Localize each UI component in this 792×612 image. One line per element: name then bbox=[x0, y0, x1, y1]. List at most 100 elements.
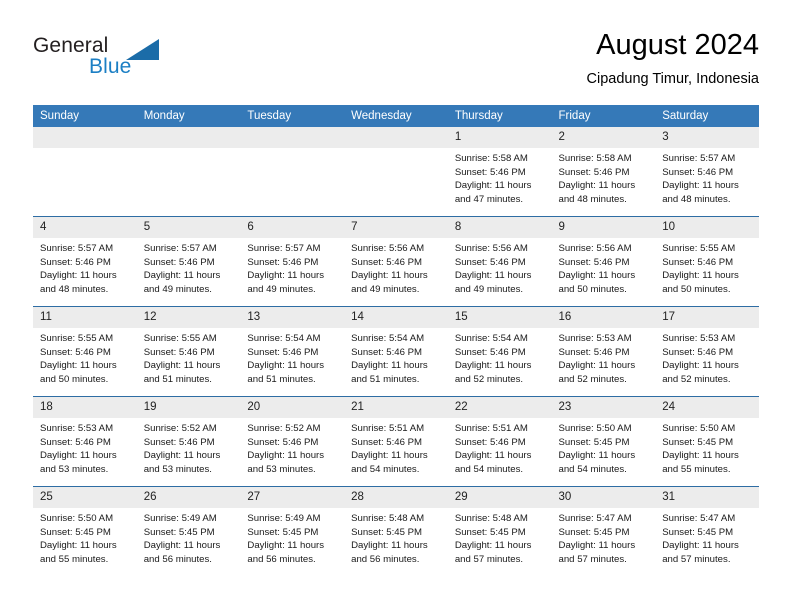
day-details: Sunrise: 5:57 AM Sunset: 5:46 PM Daylight:… bbox=[33, 238, 137, 296]
day-number: 2 bbox=[551, 127, 656, 148]
sunrise-text: Sunrise: 5:57 AM bbox=[247, 243, 321, 254]
sunrise-text: Sunrise: 5:51 AM bbox=[454, 423, 528, 434]
day-number: 1 bbox=[447, 127, 552, 148]
sunrise-text: Sunrise: 5:47 AM bbox=[662, 513, 736, 524]
calendar-day-cell[interactable]: 10 Sunrise: 5:55 AM Sunset: 5:46 PM Dayligh… bbox=[655, 216, 759, 307]
title-block: August 2024 Cipadung Timur, Indonesia bbox=[587, 28, 760, 89]
day-number: 25 bbox=[33, 487, 137, 508]
calendar-day-cell[interactable]: 20 Sunrise: 5:52 AM Sunset: 5:46 PM Dayligh… bbox=[240, 396, 345, 487]
calendar-day-cell[interactable]: 24 Sunrise: 5:50 AM Sunset: 5:45 PM Dayligh… bbox=[655, 396, 759, 487]
calendar-day-cell[interactable]: 11 Sunrise: 5:55 AM Sunset: 5:46 PM Dayligh… bbox=[33, 306, 137, 397]
calendar-day-cell[interactable]: 21 Sunrise: 5:51 AM Sunset: 5:46 PM Dayligh… bbox=[344, 396, 448, 487]
calendar-grid: Sunday Monday Tuesday Wednesday Thursday… bbox=[33, 105, 759, 576]
sunset-text: Sunset: 5:46 PM bbox=[662, 346, 734, 358]
daylight-text: Daylight: 11 hours and 52 minutes. bbox=[662, 360, 739, 385]
calendar-week-row: 18 Sunrise: 5:53 AM Sunset: 5:46 PM Dayligh… bbox=[33, 396, 759, 487]
daylight-text: Daylight: 11 hours and 51 minutes. bbox=[247, 360, 325, 385]
daylight-text: Daylight: 11 hours and 52 minutes. bbox=[558, 360, 636, 385]
daylight-text: Daylight: 11 hours and 49 minutes. bbox=[351, 270, 428, 295]
calendar-day-cell[interactable]: 19 Sunrise: 5:52 AM Sunset: 5:46 PM Dayligh… bbox=[136, 396, 241, 487]
calendar-day-cell bbox=[33, 127, 137, 217]
day-number bbox=[344, 127, 448, 148]
sunrise-text: Sunrise: 5:54 AM bbox=[351, 333, 425, 344]
day-details: Sunrise: 5:53 AM Sunset: 5:46 PM Daylight:… bbox=[552, 328, 656, 386]
calendar-day-cell[interactable]: 27 Sunrise: 5:49 AM Sunset: 5:45 PM Dayligh… bbox=[240, 486, 345, 576]
calendar-day-cell[interactable]: 13 Sunrise: 5:54 AM Sunset: 5:46 PM Dayligh… bbox=[240, 306, 345, 397]
sunset-text: Sunset: 5:46 PM bbox=[351, 436, 423, 448]
weekday-header-sunday: Sunday bbox=[33, 105, 137, 127]
page-title: August 2024 bbox=[596, 29, 759, 61]
day-number: 29 bbox=[447, 487, 552, 508]
calendar-day-cell[interactable]: 14 Sunrise: 5:54 AM Sunset: 5:46 PM Dayligh… bbox=[344, 306, 448, 397]
calendar-day-cell[interactable]: 23 Sunrise: 5:50 AM Sunset: 5:45 PM Dayligh… bbox=[551, 396, 656, 487]
daylight-text: Daylight: 11 hours and 48 minutes. bbox=[40, 270, 117, 295]
calendar-page: General Blue August 2024 Cipadung Timur,… bbox=[0, 0, 792, 612]
sunrise-text: Sunrise: 5:54 AM bbox=[247, 333, 321, 344]
sunset-text: Sunset: 5:45 PM bbox=[662, 526, 734, 538]
daylight-text: Daylight: 11 hours and 51 minutes. bbox=[351, 360, 428, 385]
sunset-text: Sunset: 5:45 PM bbox=[351, 526, 423, 538]
weekday-header-wednesday: Wednesday bbox=[344, 105, 448, 127]
day-details: Sunrise: 5:56 AM Sunset: 5:46 PM Daylight:… bbox=[448, 238, 552, 296]
sunrise-text: Sunrise: 5:55 AM bbox=[40, 333, 114, 344]
day-details: Sunrise: 5:55 AM Sunset: 5:46 PM Daylight:… bbox=[33, 328, 137, 386]
day-number: 3 bbox=[655, 127, 759, 148]
calendar-day-cell[interactable]: 5 Sunrise: 5:57 AM Sunset: 5:46 PM Daylight… bbox=[136, 216, 241, 307]
day-details: Sunrise: 5:57 AM Sunset: 5:46 PM Daylight:… bbox=[137, 238, 241, 296]
daylight-text: Daylight: 11 hours and 50 minutes. bbox=[662, 270, 739, 295]
calendar-day-cell[interactable]: 9 Sunrise: 5:56 AM Sunset: 5:46 PM Daylight… bbox=[551, 216, 656, 307]
day-number: 10 bbox=[655, 217, 759, 238]
daylight-text: Daylight: 11 hours and 55 minutes. bbox=[40, 540, 117, 565]
day-number: 23 bbox=[551, 397, 656, 418]
day-number: 7 bbox=[344, 217, 448, 238]
sunset-text: Sunset: 5:46 PM bbox=[662, 166, 734, 178]
calendar-day-cell[interactable]: 28 Sunrise: 5:48 AM Sunset: 5:45 PM Dayligh… bbox=[344, 486, 448, 576]
day-number: 30 bbox=[551, 487, 656, 508]
daylight-text: Daylight: 11 hours and 54 minutes. bbox=[558, 450, 636, 475]
calendar-day-cell[interactable]: 1 Sunrise: 5:58 AM Sunset: 5:46 PM Daylight… bbox=[447, 127, 552, 217]
calendar-day-cell[interactable]: 8 Sunrise: 5:56 AM Sunset: 5:46 PM Daylight… bbox=[447, 216, 552, 307]
daylight-text: Daylight: 11 hours and 56 minutes. bbox=[351, 540, 428, 565]
calendar-day-cell[interactable]: 6 Sunrise: 5:57 AM Sunset: 5:46 PM Daylight… bbox=[240, 216, 345, 307]
calendar-week-row: 4 Sunrise: 5:57 AM Sunset: 5:46 PM Daylight… bbox=[33, 216, 759, 307]
sunrise-text: Sunrise: 5:49 AM bbox=[143, 513, 217, 524]
calendar-day-cell[interactable]: 4 Sunrise: 5:57 AM Sunset: 5:46 PM Daylight… bbox=[33, 216, 137, 307]
sunrise-text: Sunrise: 5:53 AM bbox=[40, 423, 114, 434]
daylight-text: Daylight: 11 hours and 49 minutes. bbox=[143, 270, 221, 295]
calendar-day-cell[interactable]: 17 Sunrise: 5:53 AM Sunset: 5:46 PM Dayligh… bbox=[655, 306, 759, 397]
calendar-day-cell[interactable]: 7 Sunrise: 5:56 AM Sunset: 5:46 PM Daylight… bbox=[344, 216, 448, 307]
sunrise-text: Sunrise: 5:57 AM bbox=[40, 243, 114, 254]
calendar-day-cell[interactable]: 25 Sunrise: 5:50 AM Sunset: 5:45 PM Dayligh… bbox=[33, 486, 137, 576]
calendar-day-cell[interactable]: 2 Sunrise: 5:58 AM Sunset: 5:46 PM Daylight… bbox=[551, 127, 656, 217]
sunrise-text: Sunrise: 5:50 AM bbox=[40, 513, 114, 524]
calendar-week-row: 11 Sunrise: 5:55 AM Sunset: 5:46 PM Dayligh… bbox=[33, 306, 759, 397]
sunrise-text: Sunrise: 5:53 AM bbox=[662, 333, 736, 344]
calendar-day-cell[interactable]: 29 Sunrise: 5:48 AM Sunset: 5:45 PM Dayligh… bbox=[447, 486, 552, 576]
sunrise-text: Sunrise: 5:56 AM bbox=[454, 243, 528, 254]
sunrise-text: Sunrise: 5:47 AM bbox=[558, 513, 632, 524]
day-number: 9 bbox=[551, 217, 656, 238]
daylight-text: Daylight: 11 hours and 49 minutes. bbox=[454, 270, 532, 295]
calendar-day-cell[interactable]: 12 Sunrise: 5:55 AM Sunset: 5:46 PM Dayligh… bbox=[136, 306, 241, 397]
calendar-day-cell[interactable]: 31 Sunrise: 5:47 AM Sunset: 5:45 PM Dayligh… bbox=[655, 486, 759, 576]
brand-logo[interactable]: General Blue bbox=[33, 34, 253, 90]
calendar-day-cell[interactable]: 22 Sunrise: 5:51 AM Sunset: 5:46 PM Dayligh… bbox=[447, 396, 552, 487]
calendar-day-cell[interactable]: 16 Sunrise: 5:53 AM Sunset: 5:46 PM Dayligh… bbox=[551, 306, 656, 397]
day-details: Sunrise: 5:57 AM Sunset: 5:46 PM Daylight:… bbox=[240, 238, 344, 296]
sunset-text: Sunset: 5:45 PM bbox=[558, 526, 630, 538]
day-details: Sunrise: 5:54 AM Sunset: 5:46 PM Daylight:… bbox=[344, 328, 448, 386]
calendar-day-cell[interactable]: 26 Sunrise: 5:49 AM Sunset: 5:45 PM Dayligh… bbox=[136, 486, 241, 576]
day-number: 11 bbox=[33, 307, 137, 328]
sunrise-text: Sunrise: 5:56 AM bbox=[351, 243, 425, 254]
calendar-day-cell[interactable]: 3 Sunrise: 5:57 AM Sunset: 5:46 PM Daylight… bbox=[655, 127, 759, 217]
calendar-day-cell[interactable]: 15 Sunrise: 5:54 AM Sunset: 5:46 PM Dayligh… bbox=[447, 306, 552, 397]
daylight-text: Daylight: 11 hours and 53 minutes. bbox=[247, 450, 325, 475]
calendar-day-cell[interactable]: 18 Sunrise: 5:53 AM Sunset: 5:46 PM Dayligh… bbox=[33, 396, 137, 487]
day-details: Sunrise: 5:55 AM Sunset: 5:46 PM Daylight:… bbox=[655, 238, 759, 296]
sunrise-text: Sunrise: 5:53 AM bbox=[558, 333, 632, 344]
daylight-text: Daylight: 11 hours and 51 minutes. bbox=[143, 360, 221, 385]
day-number: 16 bbox=[551, 307, 656, 328]
calendar-week-row: 25 Sunrise: 5:50 AM Sunset: 5:45 PM Dayligh… bbox=[33, 486, 759, 576]
sunrise-text: Sunrise: 5:56 AM bbox=[558, 243, 632, 254]
calendar-day-cell[interactable]: 30 Sunrise: 5:47 AM Sunset: 5:45 PM Dayligh… bbox=[551, 486, 656, 576]
